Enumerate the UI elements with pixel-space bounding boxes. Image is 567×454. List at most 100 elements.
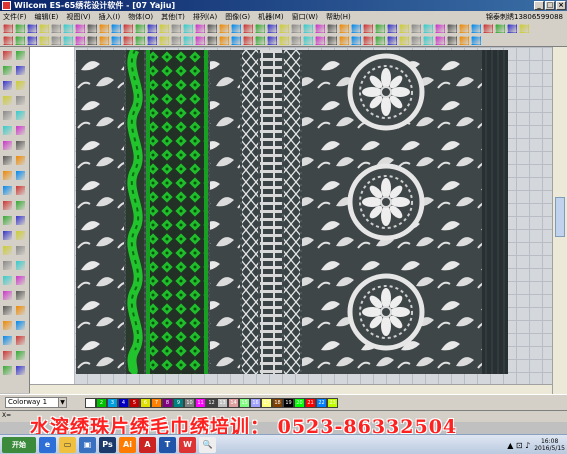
toolbar-button[interactable] xyxy=(147,23,157,33)
toolbar-button[interactable] xyxy=(315,23,325,33)
thread-swatch[interactable]: 16 xyxy=(250,398,261,408)
thread-swatch[interactable]: 2 xyxy=(96,398,107,408)
toolbar-button[interactable] xyxy=(75,23,85,33)
tool-button[interactable] xyxy=(3,126,12,135)
thread-swatch[interactable]: 23 xyxy=(327,398,338,408)
toolbar-button[interactable] xyxy=(447,35,457,45)
tool-button[interactable] xyxy=(16,306,25,315)
tool-button[interactable] xyxy=(3,366,12,375)
tool-button[interactable] xyxy=(3,261,12,270)
toolbar-button[interactable] xyxy=(243,23,253,33)
toolbar-button[interactable] xyxy=(327,35,337,45)
tool-button[interactable] xyxy=(3,171,12,180)
toolbar-button[interactable] xyxy=(291,23,301,33)
tool-button[interactable] xyxy=(16,321,25,330)
toolbar-button[interactable] xyxy=(27,35,37,45)
photoshop-icon[interactable]: Ps xyxy=(99,436,116,453)
toolbar-button[interactable] xyxy=(351,23,361,33)
tool-button[interactable] xyxy=(3,216,12,225)
thread-swatch[interactable]: 18 xyxy=(272,398,283,408)
toolbar-button[interactable] xyxy=(471,35,481,45)
toolbar-button[interactable] xyxy=(255,23,265,33)
pdf-icon[interactable]: A xyxy=(139,436,156,453)
tool-button[interactable] xyxy=(3,276,12,285)
tool-button[interactable] xyxy=(16,231,25,240)
toolbar-button[interactable] xyxy=(375,23,385,33)
browser-icon[interactable]: e xyxy=(39,436,56,453)
embroidery-design[interactable] xyxy=(76,50,508,374)
tool-button[interactable] xyxy=(16,171,25,180)
thread-swatch[interactable]: 14 xyxy=(228,398,239,408)
toolbar-button[interactable] xyxy=(135,23,145,33)
toolbar-button[interactable] xyxy=(255,35,265,45)
tool-button[interactable] xyxy=(3,156,12,165)
toolbar-button[interactable] xyxy=(303,35,313,45)
tool-button[interactable] xyxy=(16,246,25,255)
tool-button[interactable] xyxy=(16,336,25,345)
illustrator-icon[interactable]: Ai xyxy=(119,436,136,453)
tool-button[interactable] xyxy=(16,261,25,270)
text-icon[interactable]: T xyxy=(159,436,176,453)
toolbar-button[interactable] xyxy=(231,35,241,45)
tool-button[interactable] xyxy=(16,96,25,105)
start-button[interactable]: 开始 xyxy=(2,436,36,453)
design-workspace[interactable] xyxy=(30,47,552,394)
menu-image[interactable]: 图像(G) xyxy=(224,12,251,22)
close-button[interactable]: × xyxy=(556,1,566,10)
toolbar-button[interactable] xyxy=(387,35,397,45)
toolbar-button[interactable] xyxy=(27,23,37,33)
menu-insert[interactable]: 插入(I) xyxy=(98,12,122,22)
tool-button[interactable] xyxy=(3,321,12,330)
toolbar-button[interactable] xyxy=(171,23,181,33)
tool-button[interactable] xyxy=(16,186,25,195)
toolbar-button[interactable] xyxy=(219,35,229,45)
thread-swatch[interactable]: 3 xyxy=(107,398,118,408)
vertical-scroll-thumb[interactable] xyxy=(555,197,565,237)
toolbar-button[interactable] xyxy=(423,23,433,33)
menu-object[interactable]: 物体(O) xyxy=(127,12,154,22)
tool-button[interactable] xyxy=(16,291,25,300)
tool-button[interactable] xyxy=(3,111,12,120)
menu-window[interactable]: 窗口(W) xyxy=(291,12,319,22)
toolbar-button[interactable] xyxy=(303,23,313,33)
toolbar-button[interactable] xyxy=(99,35,109,45)
toolbar-button[interactable] xyxy=(159,23,169,33)
thread-swatch[interactable]: 8 xyxy=(162,398,173,408)
thread-swatch[interactable]: 7 xyxy=(151,398,162,408)
tool-button[interactable] xyxy=(3,291,12,300)
thread-swatch[interactable]: 19 xyxy=(283,398,294,408)
tool-button[interactable] xyxy=(3,141,12,150)
toolbar-button[interactable] xyxy=(183,35,193,45)
minimize-button[interactable]: _ xyxy=(534,1,544,10)
menu-view[interactable]: 视图(V) xyxy=(65,12,91,22)
toolbar-button[interactable] xyxy=(339,35,349,45)
toolbar-button[interactable] xyxy=(207,23,217,33)
toolbar-button[interactable] xyxy=(459,35,469,45)
menu-other[interactable]: 其他(T) xyxy=(160,12,186,22)
tool-button[interactable] xyxy=(3,351,12,360)
toolbar-button[interactable] xyxy=(63,23,73,33)
thread-swatch[interactable]: 22 xyxy=(316,398,327,408)
toolbar-button[interactable] xyxy=(195,23,205,33)
toolbar-button[interactable] xyxy=(483,23,493,33)
toolbar-button[interactable] xyxy=(171,35,181,45)
toolbar-button[interactable] xyxy=(471,23,481,33)
toolbar-button[interactable] xyxy=(39,23,49,33)
tool-button[interactable] xyxy=(3,186,12,195)
toolbar-button[interactable] xyxy=(207,35,217,45)
toolbar-button[interactable] xyxy=(435,23,445,33)
toolbar-button[interactable] xyxy=(159,35,169,45)
chevron-down-icon[interactable]: ▼ xyxy=(58,398,66,407)
tool-button[interactable] xyxy=(16,66,25,75)
folder-icon[interactable]: ▭ xyxy=(59,436,76,453)
horizontal-scrollbar[interactable] xyxy=(30,384,552,394)
toolbar-button[interactable] xyxy=(147,35,157,45)
toolbar-button[interactable] xyxy=(399,35,409,45)
thread-swatch[interactable]: 13 xyxy=(217,398,228,408)
toolbar-button[interactable] xyxy=(387,23,397,33)
toolbar-button[interactable] xyxy=(279,23,289,33)
tool-button[interactable] xyxy=(16,111,25,120)
toolbar-button[interactable] xyxy=(51,35,61,45)
maximize-button[interactable]: □ xyxy=(545,1,555,10)
toolbar-button[interactable] xyxy=(51,23,61,33)
